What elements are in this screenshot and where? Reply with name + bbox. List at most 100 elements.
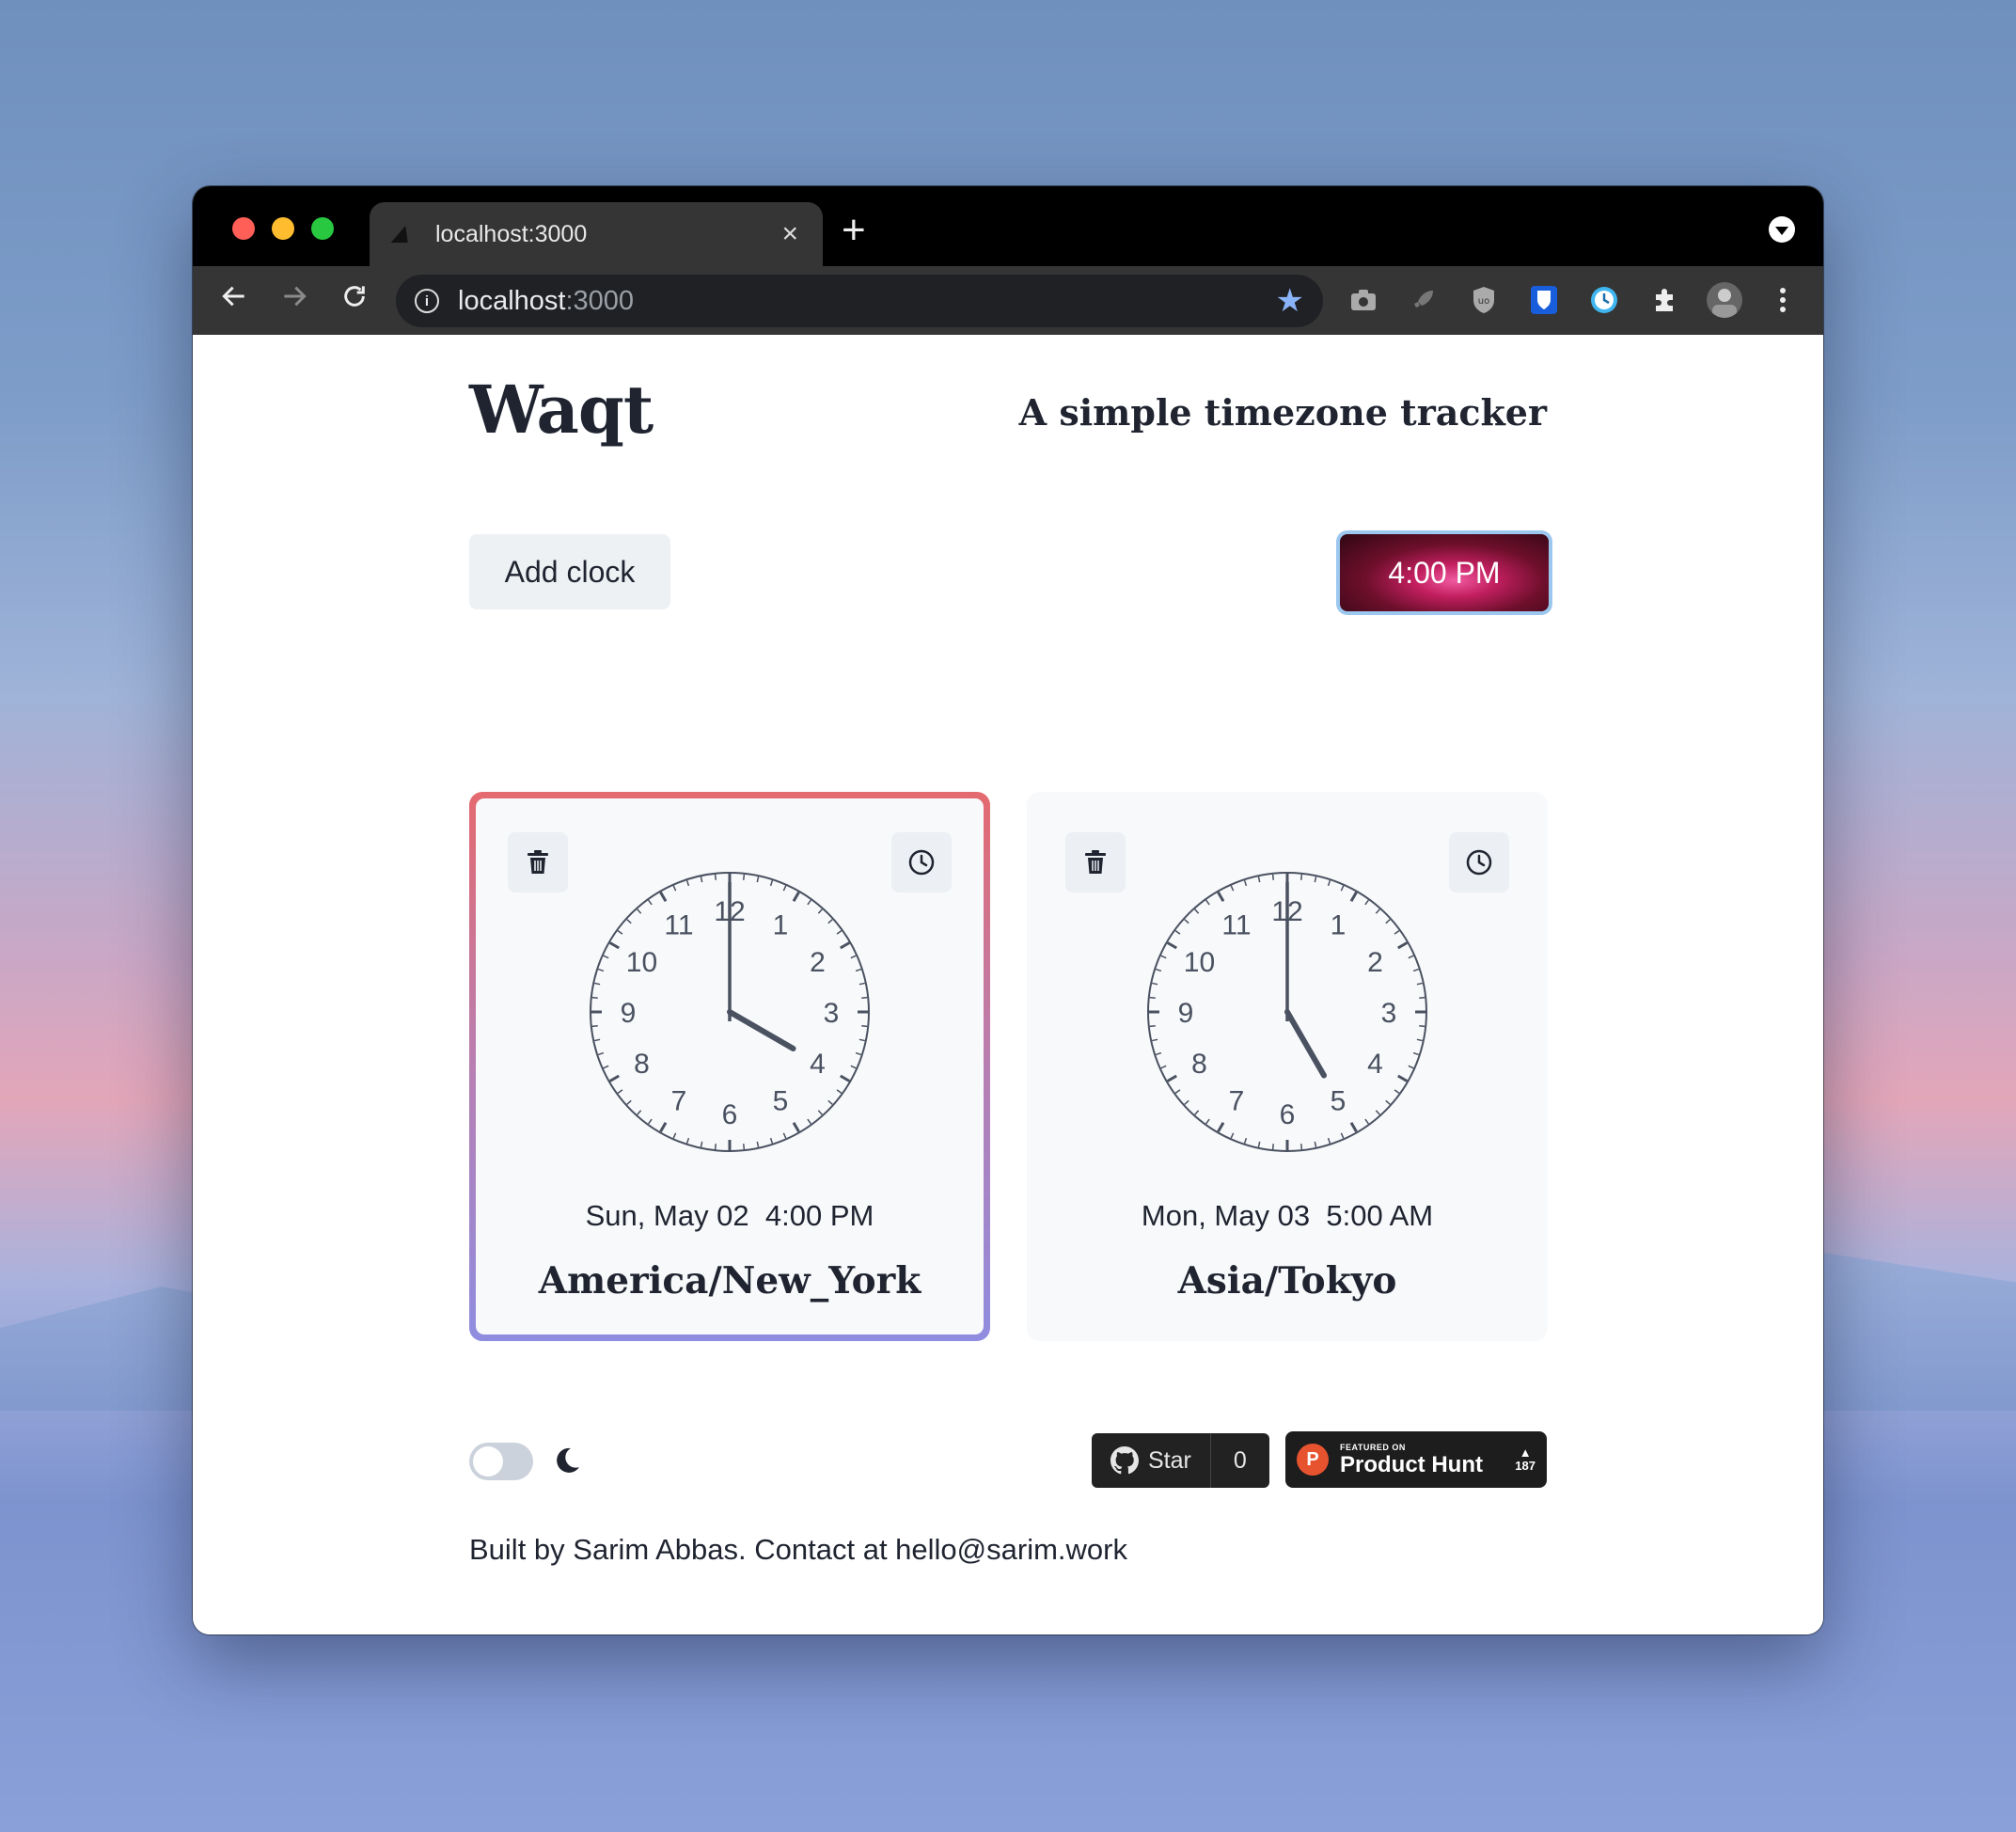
browser-toolbar: i localhost:3000 ★ uo <box>193 266 1823 335</box>
profile-avatar-icon[interactable] <box>1707 282 1742 318</box>
clock-tick <box>1217 1122 1225 1133</box>
clock-tick <box>1364 899 1370 906</box>
clock-tick <box>637 908 642 914</box>
current-time-button[interactable]: 4:00 PM <box>1336 530 1552 615</box>
bookmark-star-icon[interactable]: ★ <box>1276 282 1304 320</box>
clock-tick <box>1243 879 1248 887</box>
delete-clock-button[interactable] <box>508 832 568 892</box>
svg-text:uo: uo <box>1478 296 1489 307</box>
clock-tick <box>1375 908 1380 914</box>
clock-tick <box>1364 1118 1370 1125</box>
clock-tick <box>685 879 690 887</box>
clock-tick <box>608 1074 620 1082</box>
product-hunt-badge[interactable]: P FEATURED ON Product Hunt ▲ 187 <box>1285 1431 1547 1488</box>
clock-number: 4 <box>810 1049 826 1080</box>
clock-tick <box>597 1051 605 1056</box>
clock-number: 4 <box>1367 1049 1383 1080</box>
forward-icon[interactable] <box>279 281 309 320</box>
clock-tick <box>685 1137 690 1145</box>
github-star-badge[interactable]: Star 0 <box>1092 1433 1269 1488</box>
bitwarden-shield-icon[interactable] <box>1526 282 1562 318</box>
github-icon <box>1110 1446 1139 1475</box>
clock-tick <box>1205 1118 1210 1125</box>
clock-tick <box>672 1132 677 1139</box>
clock-tick <box>1174 1089 1181 1095</box>
back-icon[interactable] <box>219 281 249 320</box>
browser-menu-icon[interactable] <box>1765 282 1801 318</box>
clock-tick <box>836 1089 843 1095</box>
maximize-window-button[interactable] <box>311 217 334 240</box>
clock-time: 4:00 PM <box>764 1199 874 1232</box>
clock-tick <box>858 1038 865 1042</box>
clock-tick <box>591 996 598 1000</box>
tab-close-icon[interactable]: × <box>781 218 798 250</box>
clock-tick <box>1152 1038 1158 1042</box>
clock-tick <box>1375 1110 1380 1115</box>
clock-tick <box>591 1024 598 1028</box>
favicon-icon <box>390 226 415 243</box>
camera-extension-icon[interactable] <box>1346 282 1381 318</box>
clock-tick <box>1230 885 1235 892</box>
reload-icon[interactable] <box>339 281 370 320</box>
clock-tick <box>659 1122 668 1133</box>
clock-tick <box>769 1137 774 1145</box>
clock-number: 5 <box>773 1086 789 1117</box>
clock-date: Mon, May 03 <box>1141 1199 1311 1232</box>
ublock-shield-icon[interactable]: uo <box>1466 282 1502 318</box>
dark-mode-toggle[interactable] <box>469 1443 533 1480</box>
app-logo[interactable]: Waqt <box>469 371 654 449</box>
clock-tick <box>1160 955 1167 959</box>
clock-tick <box>1271 874 1275 880</box>
clock-tick <box>1149 1024 1156 1028</box>
clock-tick <box>807 1118 812 1125</box>
clock-icon <box>1466 849 1492 876</box>
clock-tick <box>1327 1137 1331 1145</box>
trash-icon <box>1085 850 1106 874</box>
clock-tick <box>714 1144 717 1150</box>
delete-clock-button[interactable] <box>1065 832 1126 892</box>
clock-extension-icon[interactable] <box>1586 282 1622 318</box>
github-star-button[interactable]: Star <box>1092 1433 1211 1488</box>
clock-tick <box>1166 1074 1177 1082</box>
clock-date-time: Sun, May 02 4:00 PM <box>476 1199 984 1233</box>
url-text: localhost:3000 <box>458 286 1276 317</box>
clock-time: 5:00 AM <box>1326 1199 1434 1232</box>
tab-title: localhost:3000 <box>435 220 588 247</box>
set-time-button[interactable] <box>1449 832 1509 892</box>
site-info-icon[interactable]: i <box>415 289 439 313</box>
clock-number: 3 <box>824 998 840 1029</box>
browser-tab[interactable]: localhost:3000 × <box>370 202 823 266</box>
clock-tick <box>1419 996 1425 1000</box>
url-port: :3000 <box>565 285 635 316</box>
clock-card[interactable]: 12 1 2 3 4 5 6 7 8 9 10 11 Mon, May 03 5:00 AM Asia… <box>1027 792 1548 1341</box>
app-tagline: A simple timezone tracker <box>1018 391 1547 434</box>
clock-tick <box>861 1024 868 1028</box>
clock-card-active[interactable]: 12 1 2 3 4 5 6 7 8 9 10 11 Sun, May 02 4:00 PM Amer… <box>469 792 990 1341</box>
github-star-count[interactable]: 0 <box>1211 1433 1269 1488</box>
address-bar[interactable]: i localhost:3000 ★ <box>396 275 1323 327</box>
clock-tick <box>647 1118 653 1125</box>
clock-number: 1 <box>773 909 789 940</box>
clock-tick <box>817 908 823 914</box>
clock-tick <box>1299 874 1303 880</box>
clock-tick <box>756 877 760 883</box>
clock-tick <box>858 982 865 986</box>
add-clock-button[interactable]: Add clock <box>469 534 670 609</box>
ph-votes: 187 <box>1515 1459 1536 1473</box>
footer-credit: Built by Sarim Abbas. Contact at hello@s… <box>469 1533 1127 1566</box>
clock-tick <box>1349 1122 1358 1133</box>
clock-tick <box>861 996 868 1000</box>
extensions-puzzle-icon[interactable] <box>1646 282 1682 318</box>
clock-tick <box>742 874 746 880</box>
minimize-window-button[interactable] <box>272 217 294 240</box>
new-tab-button[interactable]: + <box>842 207 866 254</box>
clock-tick <box>850 955 857 959</box>
clock-number: 11 <box>664 909 693 940</box>
set-time-button[interactable] <box>891 832 952 892</box>
clock-tick <box>1412 968 1420 972</box>
rocket-extension-icon[interactable] <box>1406 282 1441 318</box>
browser-window: localhost:3000 × + i localhost:3000 ★ uo <box>193 186 1823 1635</box>
close-window-button[interactable] <box>232 217 255 240</box>
tab-search-icon[interactable] <box>1769 216 1795 243</box>
clock-tick <box>792 1122 800 1133</box>
